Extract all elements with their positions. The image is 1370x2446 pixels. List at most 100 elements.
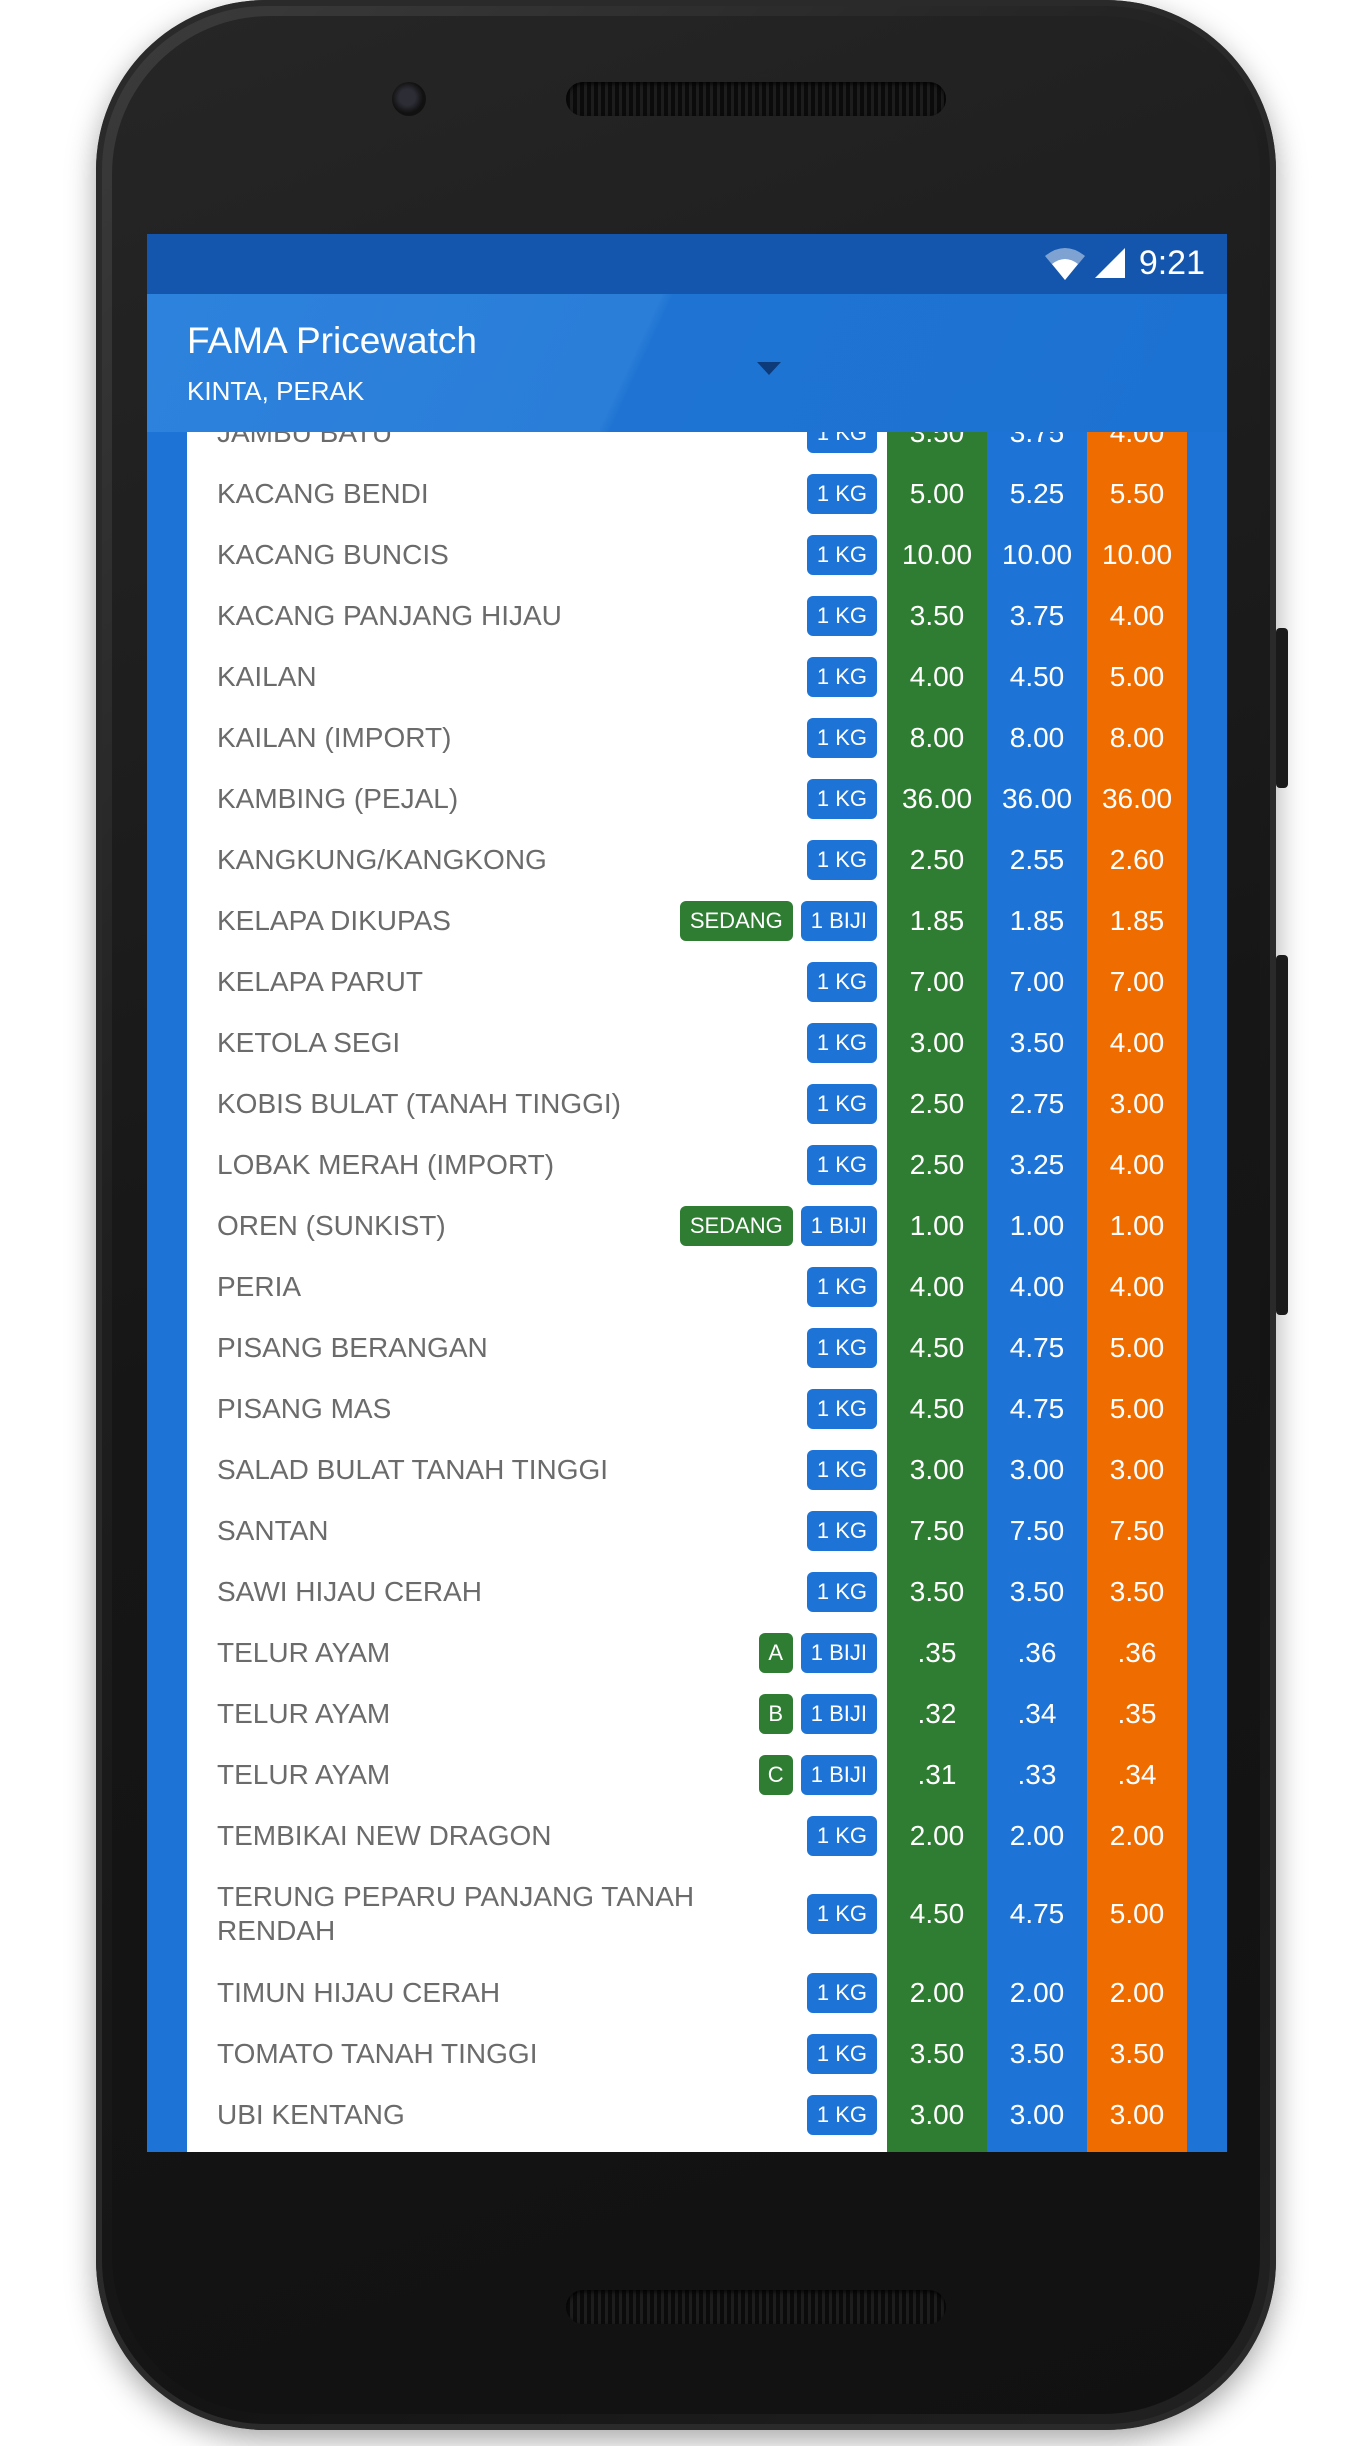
list-item[interactable]: JAMBU BATU 1 KG 3.50 3.75 4.00 [187,432,1187,463]
volume-rocker[interactable] [1276,955,1288,1315]
min-price: 4.50 [909,1898,965,1929]
list-item[interactable]: KOBIS BULAT (TANAH TINGGI) 1 KG 2.50 2.75 3.… [187,1073,1187,1134]
status-time: 9:21 [1138,244,1205,282]
unit-badge: 1 KG [806,534,877,575]
commodity-name: TIMUN HIJAU CERAH [217,1976,501,2008]
avg-price: .33 [1017,1758,1057,1790]
max-price: 5.50 [1109,477,1165,509]
list-item[interactable]: KANGKUNG/KANGKONG 1 KG 2.50 2.55 2.60 [187,829,1187,890]
unit-badge: 1 KG [806,595,877,636]
min-price: 8.00 [909,721,965,753]
unit-badge: 1 KG [806,1083,877,1124]
avg-price: 4.50 [1009,660,1065,692]
min-price: 7.50 [909,1514,965,1546]
list-item[interactable]: KACANG BUNCIS 1 KG 10.00 10.00 10.00 [187,524,1187,585]
avg-price: 3.50 [1009,1026,1065,1058]
max-price: 36.00 [1101,782,1173,814]
location-subtitle[interactable]: KINTA, PERAK [187,376,364,407]
commodity-name: KANGKUNG/KANGKONG [217,843,547,875]
min-price: 2.50 [909,843,965,875]
unit-badge: 1 KG [806,1266,877,1307]
power-button[interactable] [1276,628,1288,788]
dropdown-arrow-icon[interactable] [757,362,781,375]
list-item[interactable]: PISANG MAS 1 KG 4.50 4.75 5.00 [187,1378,1187,1439]
commodity-name: SANTAN [217,1514,329,1546]
list-item[interactable]: TELUR AYAM B 1 BIJI .32 .34 .35 [187,1683,1187,1744]
list-item[interactable]: TELUR AYAM C 1 BIJI .31 .33 .34 [187,1744,1187,1805]
avg-price: 3.00 [1009,2098,1065,2130]
unit-badge: 1 KG [806,1571,877,1612]
list-item[interactable]: LOBAK MERAH (IMPORT) 1 KG 2.50 3.25 4.00 [187,1134,1187,1195]
price-list[interactable]: JAMBU BATU 1 KG 3.50 3.75 4.00 KACANG BENDI 1 … [187,432,1187,2152]
avg-price: 1.00 [1009,1209,1065,1241]
list-item[interactable]: TIMUN HIJAU CERAH 1 KG 2.00 2.00 2.00 [187,1962,1187,2023]
max-price: 3.50 [1109,2037,1165,2069]
unit-badge: 1 KG [806,656,877,697]
list-item[interactable]: UBI KENTANG 1 KG 3.00 3.00 3.00 [187,2084,1187,2145]
list-item[interactable]: TEMBIKAI NEW DRAGON 1 KG 2.00 2.00 2.00 [187,1805,1187,1866]
min-price: 4.50 [909,1331,965,1363]
list-item[interactable]: KACANG PANJANG HIJAU 1 KG 3.50 3.75 4.00 [187,585,1187,646]
max-price: 8.00 [1109,721,1165,753]
list-item[interactable]: TOMATO TANAH TINGGI 1 KG 3.50 3.50 3.50 [187,2023,1187,2084]
min-price: 1.00 [909,1209,965,1241]
commodity-name: KAILAN (IMPORT) [217,721,452,753]
max-price: 4.00 [1109,432,1165,448]
list-item[interactable]: TERUNG PEPARU PANJANG TANAH RENDAH 1 KG 4.… [187,1866,1187,1962]
unit-badge: 1 KG [806,432,877,453]
min-price: 3.00 [909,2098,965,2130]
list-item[interactable]: KAILAN (IMPORT) 1 KG 8.00 8.00 8.00 [187,707,1187,768]
commodity-name: PERIA [217,1270,302,1302]
price-rows: JAMBU BATU 1 KG 3.50 3.75 4.00 KACANG BENDI 1 … [187,432,1187,2145]
commodity-name: KACANG BUNCIS [217,538,449,570]
list-item[interactable]: PERIA 1 KG 4.00 4.00 4.00 [187,1256,1187,1317]
min-price: 3.00 [909,1453,965,1485]
avg-price: 10.00 [1001,538,1073,570]
max-price: 5.00 [1109,660,1165,692]
list-item[interactable]: SALAD BULAT TANAH TINGGI 1 KG 3.00 3.00 3.00 [187,1439,1187,1500]
grade-badge: SEDANG [679,900,793,941]
min-price: 5.00 [909,477,965,509]
commodity-name: TEMBIKAI NEW DRAGON [217,1819,552,1851]
avg-price: 2.00 [1009,1976,1065,2008]
list-item[interactable]: OREN (SUNKIST) SEDANG 1 BIJI 1.00 1.00 1.00 [187,1195,1187,1256]
avg-price: 7.00 [1009,965,1065,997]
commodity-name: LOBAK MERAH (IMPORT) [217,1148,555,1180]
max-price: 5.00 [1109,1392,1165,1424]
list-item[interactable]: SAWI HIJAU CERAH 1 KG 3.50 3.50 3.50 [187,1561,1187,1622]
commodity-name: KACANG BENDI [217,477,429,509]
bottom-speaker [566,2290,946,2324]
max-price: 2.00 [1109,1976,1165,2008]
screen: 9:21 FAMA Pricewatch KINTA, PERAK JAMBU … [147,234,1227,2152]
unit-badge: 1 BIJI [800,1205,877,1246]
list-item[interactable]: KAILAN 1 KG 4.00 4.50 5.00 [187,646,1187,707]
list-item[interactable]: KAMBING (PEJAL) 1 KG 36.00 36.00 36.00 [187,768,1187,829]
list-item[interactable]: KELAPA DIKUPAS SEDANG 1 BIJI 1.85 1.85 1.85 [187,890,1187,951]
commodity-name: TELUR AYAM [217,1636,391,1668]
min-price: .35 [917,1636,957,1668]
avg-price: 3.50 [1009,2037,1065,2069]
list-item[interactable]: KACANG BENDI 1 KG 5.00 5.25 5.50 [187,463,1187,524]
commodity-name: JAMBU BATU [217,432,393,448]
list-item[interactable]: PISANG BERANGAN 1 KG 4.50 4.75 5.00 [187,1317,1187,1378]
front-camera [392,82,426,116]
list-item[interactable]: KELAPA PARUT 1 KG 7.00 7.00 7.00 [187,951,1187,1012]
max-price: 3.00 [1109,1087,1165,1119]
min-price: 3.50 [909,599,965,631]
commodity-name: KOBIS BULAT (TANAH TINGGI) [217,1087,621,1119]
app-bar: FAMA Pricewatch KINTA, PERAK [147,294,1227,432]
max-price: 2.60 [1109,843,1165,875]
max-price: 1.85 [1109,904,1165,936]
avg-price: 1.85 [1009,904,1065,936]
list-item[interactable]: TELUR AYAM A 1 BIJI .35 .36 .36 [187,1622,1187,1683]
list-item[interactable]: KETOLA SEGI 1 KG 3.00 3.50 4.00 [187,1012,1187,1073]
commodity-name: TELUR AYAM [217,1758,391,1790]
avg-price: 3.00 [1009,1453,1065,1485]
commodity-name: KETOLA SEGI [217,1026,401,1058]
list-item[interactable]: SANTAN 1 KG 7.50 7.50 7.50 [187,1500,1187,1561]
min-price: 1.85 [909,904,965,936]
unit-badge: 1 KG [806,1815,877,1856]
unit-badge: 1 KG [806,1894,877,1934]
max-price: 5.00 [1109,1331,1165,1363]
min-price: 2.50 [909,1148,965,1180]
